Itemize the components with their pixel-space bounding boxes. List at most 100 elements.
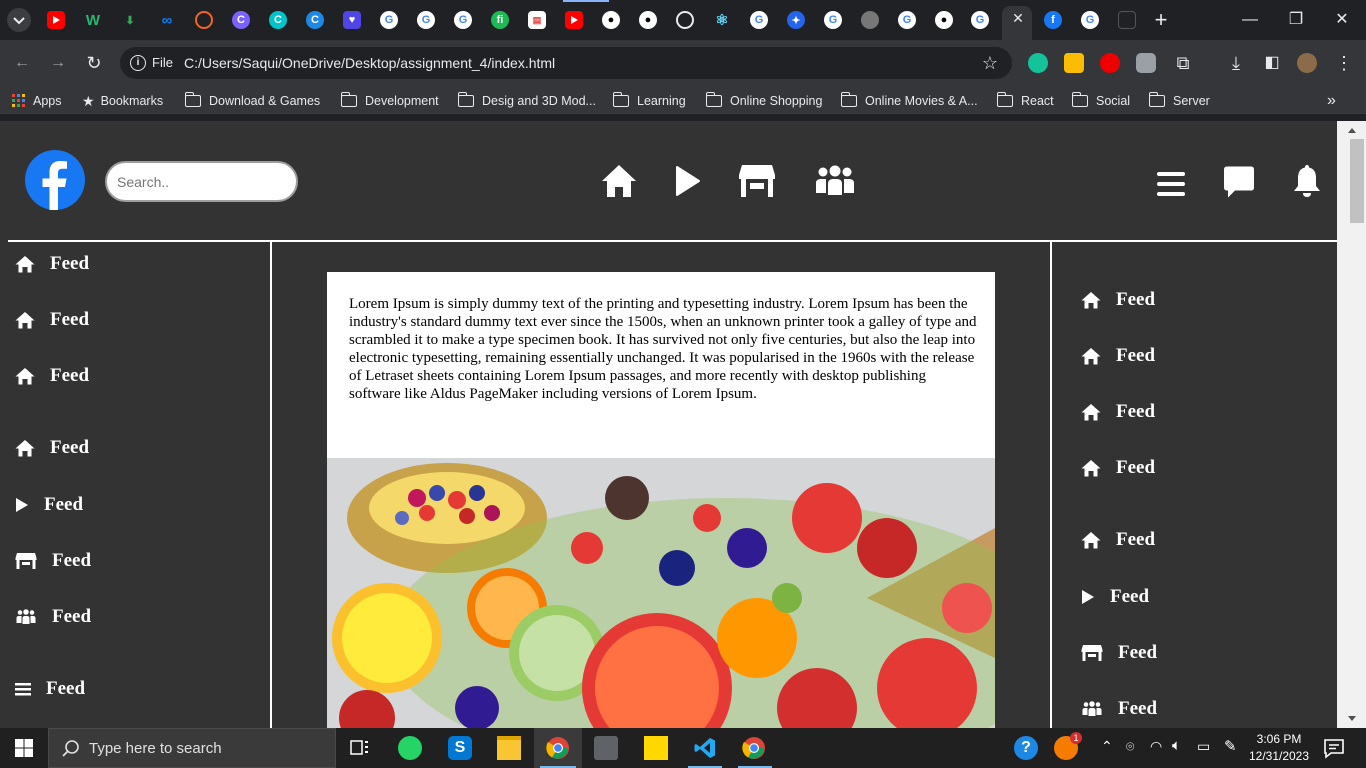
left-sidebar-item[interactable]: Feed (15, 253, 89, 275)
grammarly-extension-icon[interactable] (1028, 53, 1048, 73)
back-button[interactable]: ← (11, 52, 33, 74)
battery-icon[interactable]: ▭ (1197, 738, 1210, 755)
downloads-button[interactable]: ⤓ (1225, 52, 1247, 74)
tab-google-2[interactable]: G (417, 11, 435, 29)
tray-overflow-chevron-icon[interactable]: ⌃ (1101, 738, 1113, 755)
tab-google-1[interactable]: G (380, 11, 398, 29)
bookmark-folder-server[interactable]: Server (1148, 92, 1210, 110)
bookmark-apps[interactable]: Apps (12, 92, 62, 110)
windows-start-icon[interactable] (12, 736, 36, 760)
left-sidebar-item[interactable]: Feed (15, 309, 89, 331)
tab-google-5[interactable]: G (824, 11, 842, 29)
bookmark-star-icon[interactable]: ☆ (982, 53, 998, 74)
bookmark-folder-design[interactable]: Desig and 3D Mod... (457, 92, 596, 110)
notifications-bell-icon[interactable] (1292, 163, 1322, 199)
tab-youtube-2[interactable] (565, 11, 583, 29)
tab-download[interactable]: ⬇ (121, 11, 139, 29)
tab-google-4[interactable]: G (750, 11, 768, 29)
tab-close-icon[interactable]: ✕ (1010, 10, 1026, 26)
left-sidebar-item[interactable]: Feed (15, 550, 91, 572)
right-sidebar-item[interactable]: Feed (1081, 698, 1157, 720)
right-sidebar-item[interactable]: Feed (1081, 401, 1155, 423)
url-text[interactable]: C:/Users/Saqui/OneDrive/Desktop/assignme… (184, 55, 555, 71)
tab-doc[interactable]: ▤ (528, 11, 546, 29)
task-view-icon[interactable] (348, 736, 372, 760)
tab-google-8[interactable]: G (1081, 11, 1099, 29)
volume-icon[interactable]: 🔈︎ (1172, 737, 1181, 754)
tab-gray[interactable] (861, 11, 879, 29)
calculator-app-icon[interactable] (594, 736, 618, 760)
whatsapp-app-icon[interactable] (398, 736, 422, 760)
tab-google-7[interactable]: G (971, 11, 989, 29)
bookmark-folder-learning[interactable]: Learning (612, 92, 686, 110)
bookmark-folder-social[interactable]: Social (1071, 92, 1130, 110)
yellow-extension-icon[interactable] (1064, 53, 1084, 73)
tab-google-3[interactable]: G (454, 11, 472, 29)
system-clock[interactable]: 3:06 PM 12/31/2023 (1246, 731, 1312, 765)
bookmark-folder-online-shopping[interactable]: Online Shopping (705, 92, 822, 110)
left-sidebar-item[interactable]: Feed (15, 678, 85, 700)
scroll-down-arrow-icon[interactable] (1337, 711, 1366, 725)
restore-button[interactable]: ❐ (1284, 8, 1308, 32)
tab-orange[interactable] (195, 11, 213, 29)
left-sidebar-item[interactable]: Feed (15, 494, 83, 516)
facebook-logo[interactable] (25, 150, 85, 210)
bookmark-folder-development[interactable]: Development (340, 92, 439, 110)
weather-tray-icon[interactable]: 1 (1054, 732, 1082, 760)
left-sidebar-item[interactable]: Feed (15, 606, 91, 628)
help-tray-icon[interactable]: ? (1014, 736, 1038, 760)
tab-blue-app[interactable]: ✦ (787, 11, 805, 29)
tab-github-3[interactable]: ● (935, 11, 953, 29)
address-bar[interactable]: i File C:/Users/Saqui/OneDrive/Desktop/a… (120, 47, 1012, 79)
sticky-notes-app-icon[interactable] (644, 736, 668, 760)
action-center-icon[interactable] (1322, 736, 1346, 760)
camera-extension-icon[interactable] (1136, 53, 1156, 73)
tab-youtube[interactable] (47, 11, 65, 29)
reload-button[interactable]: ↻ (83, 52, 105, 74)
tab-github-2[interactable]: ● (639, 11, 657, 29)
tab-blank[interactable] (1118, 11, 1136, 29)
close-window-button[interactable]: ✕ (1330, 8, 1354, 32)
taskbar-search-box[interactable]: Type here to search (48, 728, 336, 768)
bookmark-bookmarks[interactable]: ★ Bookmarks (82, 92, 163, 110)
right-sidebar-item[interactable]: Feed (1081, 586, 1149, 608)
tab-google-6[interactable]: G (898, 11, 916, 29)
tab-canva-3[interactable]: C (306, 11, 324, 29)
file-explorer-app-icon[interactable] (497, 736, 521, 760)
tab-github-1[interactable]: ● (602, 11, 620, 29)
bookmarks-overflow-button[interactable]: » (1327, 92, 1336, 110)
chrome-app-icon[interactable] (546, 736, 570, 760)
tab-w[interactable]: W (84, 11, 102, 29)
right-sidebar-item[interactable]: Feed (1081, 642, 1157, 664)
nav-play-icon[interactable] (675, 163, 701, 199)
tab-search-button[interactable] (7, 8, 31, 32)
info-icon[interactable]: i (130, 55, 146, 71)
left-sidebar-item[interactable]: Feed (15, 437, 89, 459)
meet-now-icon[interactable]: ⌾ (1126, 738, 1134, 755)
bookmark-folder-online-movies[interactable]: Online Movies & A... (840, 92, 978, 110)
tab-canva-1[interactable]: C (232, 11, 250, 29)
chrome-profile-app-icon[interactable] (742, 736, 766, 760)
forward-button[interactable]: → (47, 52, 69, 74)
profile-avatar[interactable] (1297, 53, 1317, 73)
chrome-menu-button[interactable]: ⋮ (1333, 52, 1355, 74)
extensions-button[interactable]: ⧉ (1172, 52, 1194, 74)
right-sidebar-item[interactable]: Feed (1081, 457, 1155, 479)
red-hand-extension-icon[interactable] (1100, 53, 1120, 73)
new-tab-button[interactable]: + (1149, 8, 1173, 32)
side-panel-button[interactable]: ◧ (1261, 52, 1283, 74)
wifi-icon[interactable]: ◠ (1150, 738, 1162, 755)
tab-fi[interactable]: fi (491, 11, 509, 29)
tab-facebook[interactable]: f (1044, 11, 1062, 29)
bookmark-folder-download-games[interactable]: Download & Games (184, 92, 320, 110)
right-sidebar-item[interactable]: Feed (1081, 529, 1155, 551)
nav-groups-icon[interactable] (815, 163, 855, 199)
tab-chromium[interactable] (676, 11, 694, 29)
hamburger-menu-icon[interactable] (1156, 166, 1186, 202)
left-sidebar-item[interactable]: Feed (15, 365, 89, 387)
scrollbar-thumb[interactable] (1350, 139, 1364, 223)
scroll-up-arrow-icon[interactable] (1337, 124, 1366, 138)
search-input[interactable] (105, 161, 298, 202)
nav-store-icon[interactable] (738, 163, 776, 199)
skype-app-icon[interactable]: S (448, 736, 472, 760)
